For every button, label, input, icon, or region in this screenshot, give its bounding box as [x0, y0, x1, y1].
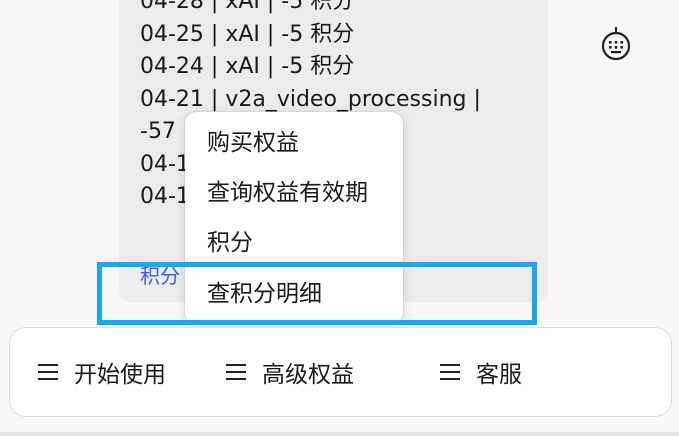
hamburger-icon [38, 364, 60, 380]
tab-label: 客服 [476, 362, 522, 388]
hamburger-icon [226, 364, 248, 380]
log-line: 04-24 | xAI | -5 积分 [140, 54, 355, 79]
menu-item-buy-benefits[interactable]: 购买权益 [207, 126, 299, 160]
window-bottom-edge [0, 432, 679, 436]
tab-get-started[interactable]: 开始使用 [38, 328, 166, 416]
log-line: 04-28 | xAI | -5 积分 [140, 0, 355, 14]
tab-premium-benefits[interactable]: 高级权益 [226, 328, 354, 416]
highlight-box [97, 262, 537, 325]
tab-label: 开始使用 [74, 362, 166, 388]
tab-customer-service[interactable]: 客服 [440, 328, 522, 416]
menu-item-check-validity[interactable]: 查询权益有效期 [207, 176, 368, 210]
bottom-menu-bar: 开始使用 高级权益 客服 [10, 328, 671, 416]
menu-item-points[interactable]: 积分 [207, 226, 253, 260]
hamburger-icon [440, 364, 462, 380]
keyboard-toggle-button[interactable] [596, 24, 636, 64]
tab-label: 高级权益 [262, 362, 354, 388]
log-line: 04-25 | xAI | -5 积分 [140, 21, 355, 47]
keyboard-icon [601, 26, 631, 61]
